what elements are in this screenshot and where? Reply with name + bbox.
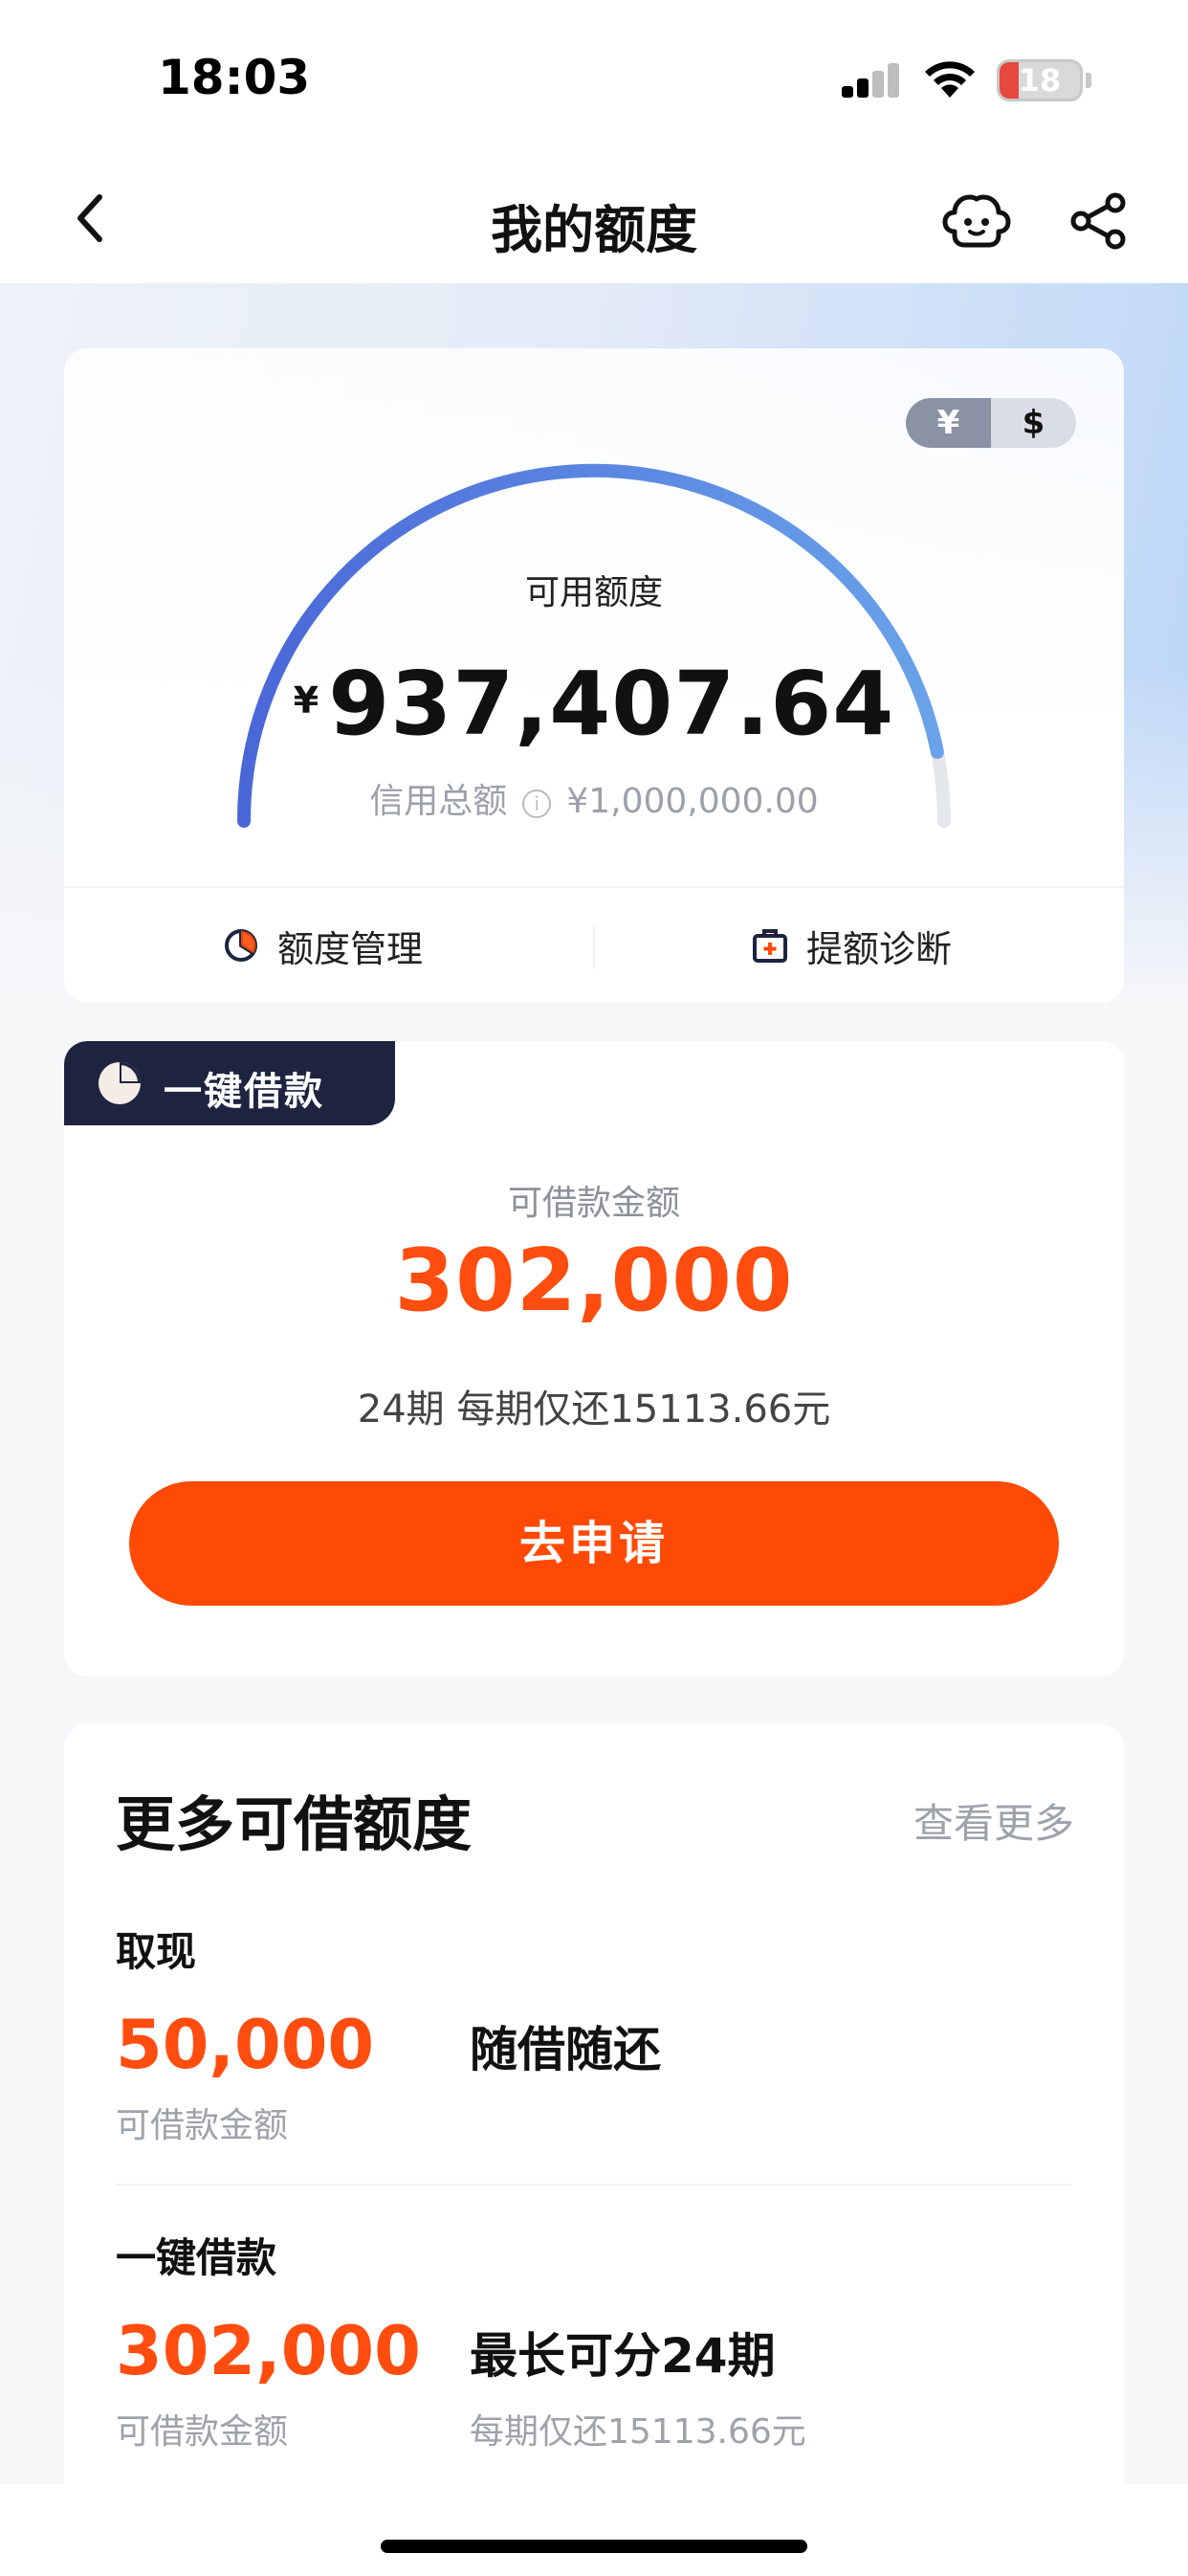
total-credit-value: ¥1,000,000.00 bbox=[566, 782, 819, 821]
pie-badge-icon bbox=[99, 1062, 141, 1104]
item-feature: 最长可分24期 bbox=[470, 2328, 776, 2384]
apply-button[interactable]: 去申请 bbox=[129, 1481, 1059, 1606]
available-quota-value: ¥937,407.64 bbox=[64, 653, 1124, 755]
item-name: 取现 bbox=[116, 1928, 197, 1975]
item-feature-sub: 每期仅还15113.66元 bbox=[470, 2412, 806, 2452]
borrowable-amount: 302,000 bbox=[394, 1231, 794, 1331]
battery-icon: 18 bbox=[997, 59, 1083, 101]
pie-chart-icon bbox=[225, 929, 257, 962]
item-amount-label: 可借款金额 bbox=[116, 2412, 289, 2452]
medical-kit-icon bbox=[753, 929, 787, 963]
quota-diagnosis-button[interactable]: 提额诊断 bbox=[751, 888, 952, 1003]
gauge-track bbox=[237, 464, 951, 828]
home-indicator[interactable] bbox=[381, 2540, 807, 2553]
available-quota-label: 可用额度 bbox=[524, 573, 663, 612]
divider bbox=[116, 2184, 1072, 2186]
status-bar: 18:03 18 bbox=[0, 0, 1188, 153]
item-amount-label: 可借款金额 bbox=[116, 2106, 289, 2145]
page: 18:03 18 我的额度 ¥ $ 可用额度 ¥ 937,407.64 信用总额… bbox=[0, 0, 1188, 2576]
item-amount: 302,000 bbox=[116, 2312, 421, 2390]
quota-diagnosis-label: 提额诊断 bbox=[806, 927, 953, 970]
navigation-bar: 我的额度 bbox=[0, 153, 1188, 283]
quick-loan-badge: 一键借款 bbox=[64, 1041, 395, 1125]
gauge-fill bbox=[237, 463, 944, 828]
total-credit-label: 信用总额 bbox=[369, 782, 508, 821]
quota-management-button[interactable]: 额度管理 bbox=[222, 888, 423, 1003]
total-credit: 信用总额 i ¥1,000,000.00 bbox=[64, 773, 1124, 823]
status-time: 18:03 bbox=[158, 50, 311, 105]
quick-loan-badge-label: 一键借款 bbox=[164, 1070, 324, 1114]
cellular-signal-icon bbox=[842, 63, 901, 98]
repayment-term: 24期 每期仅还15113.66元 bbox=[357, 1388, 831, 1432]
item-feature: 随借随还 bbox=[470, 2022, 661, 2077]
action-separator bbox=[593, 926, 595, 968]
credit-quota-card: ¥ $ 可用额度 ¥937,407.64 信用总额 i ¥1,000,000.00 bbox=[64, 348, 1124, 1003]
view-more-link[interactable]: 查看更多 bbox=[913, 1791, 1074, 1850]
share-icon[interactable] bbox=[1069, 191, 1129, 251]
quota-actions: 额度管理 提额诊断 bbox=[64, 888, 1124, 1003]
quick-loan-card: 一键借款 可借款金额 302,000 24期 每期仅还15113.66元 去申请 bbox=[64, 1041, 1124, 1677]
more-quota-title: 更多可借额度 bbox=[116, 1789, 473, 1859]
bottom-safe-area bbox=[0, 2484, 1188, 2576]
battery-level: 18 bbox=[1018, 62, 1062, 99]
item-amount: 50,000 bbox=[116, 2006, 375, 2084]
available-amount: 937,407.64 bbox=[328, 653, 895, 755]
wifi-icon bbox=[925, 61, 975, 98]
borrowable-amount-label: 可借款金额 bbox=[507, 1184, 680, 1223]
info-icon[interactable]: i bbox=[522, 789, 552, 818]
robot-icon[interactable] bbox=[941, 191, 1012, 249]
quota-management-label: 额度管理 bbox=[277, 927, 424, 970]
item-name: 一键借款 bbox=[116, 2234, 277, 2281]
currency-symbol: ¥ bbox=[293, 679, 319, 722]
more-quota-card: 更多可借额度 查看更多 取现 50,000 可借款金额 随借随还 一键借款 30… bbox=[64, 1724, 1124, 2576]
